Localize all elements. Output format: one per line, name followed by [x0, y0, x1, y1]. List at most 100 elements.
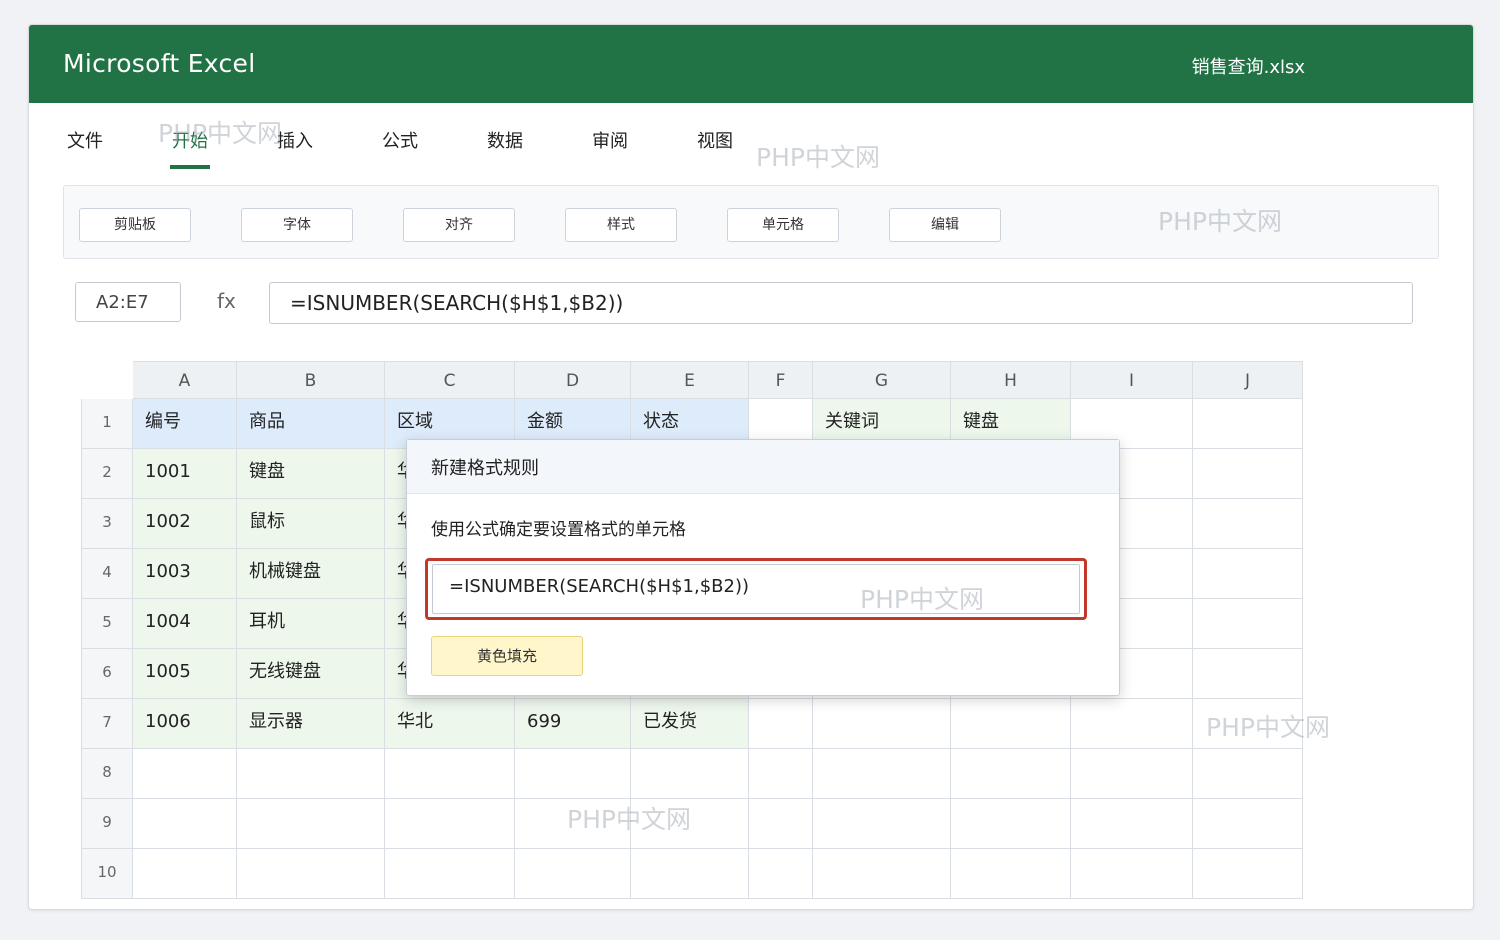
- column-header-i[interactable]: I: [1071, 361, 1193, 399]
- font-button[interactable]: 字体: [241, 208, 353, 242]
- cell-a4[interactable]: 1003: [133, 549, 237, 599]
- alignment-button[interactable]: 对齐: [403, 208, 515, 242]
- cell-j4[interactable]: [1193, 549, 1303, 599]
- cell-g9[interactable]: [813, 799, 951, 849]
- cell-i8[interactable]: [1071, 749, 1193, 799]
- cell-b4[interactable]: 机械键盘: [237, 549, 385, 599]
- row-header-7[interactable]: 7: [81, 699, 133, 749]
- cell-a7[interactable]: 1006: [133, 699, 237, 749]
- tab-home[interactable]: 开始: [170, 127, 210, 169]
- cell-j10[interactable]: [1193, 849, 1303, 899]
- excel-window: Microsoft Excel 销售查询.xlsx 文件 开始 插入 公式 数据…: [28, 24, 1474, 910]
- cell-i7[interactable]: [1071, 699, 1193, 749]
- row-header-6[interactable]: 6: [81, 649, 133, 699]
- styles-button[interactable]: 样式: [565, 208, 677, 242]
- cell-g10[interactable]: [813, 849, 951, 899]
- cell-b2[interactable]: 键盘: [237, 449, 385, 499]
- column-header-e[interactable]: E: [631, 361, 749, 399]
- cell-c10[interactable]: [385, 849, 515, 899]
- editing-button[interactable]: 编辑: [889, 208, 1001, 242]
- row-header-10[interactable]: 10: [81, 849, 133, 899]
- cell-i9[interactable]: [1071, 799, 1193, 849]
- cell-f10[interactable]: [749, 849, 813, 899]
- cell-j6[interactable]: [1193, 649, 1303, 699]
- cell-b10[interactable]: [237, 849, 385, 899]
- cell-f7[interactable]: [749, 699, 813, 749]
- rule-formula-input[interactable]: =ISNUMBER(SEARCH($H$1,$B2)): [432, 564, 1080, 614]
- name-box[interactable]: A2:E7: [75, 282, 181, 322]
- cell-a1[interactable]: 编号: [133, 399, 237, 449]
- row-header-3[interactable]: 3: [81, 499, 133, 549]
- cell-b3[interactable]: 鼠标: [237, 499, 385, 549]
- cell-c9[interactable]: [385, 799, 515, 849]
- column-header-g[interactable]: G: [813, 361, 951, 399]
- tab-view[interactable]: 视图: [697, 127, 733, 163]
- cell-a9[interactable]: [133, 799, 237, 849]
- column-header-f[interactable]: F: [749, 361, 813, 399]
- cell-f8[interactable]: [749, 749, 813, 799]
- cell-b9[interactable]: [237, 799, 385, 849]
- cell-h10[interactable]: [951, 849, 1071, 899]
- column-header-b[interactable]: B: [237, 361, 385, 399]
- cell-d9[interactable]: [515, 799, 631, 849]
- cell-e10[interactable]: [631, 849, 749, 899]
- tab-data[interactable]: 数据: [487, 127, 523, 163]
- cell-a8[interactable]: [133, 749, 237, 799]
- column-header-h[interactable]: H: [951, 361, 1071, 399]
- column-header-a[interactable]: A: [133, 361, 237, 399]
- cell-a10[interactable]: [133, 849, 237, 899]
- cell-b7[interactable]: 显示器: [237, 699, 385, 749]
- cell-j9[interactable]: [1193, 799, 1303, 849]
- row-header-9[interactable]: 9: [81, 799, 133, 849]
- cell-b8[interactable]: [237, 749, 385, 799]
- cell-b1[interactable]: 商品: [237, 399, 385, 449]
- formula-input[interactable]: =ISNUMBER(SEARCH($H$1,$B2)): [269, 282, 1413, 324]
- dialog-header: 新建格式规则: [407, 440, 1119, 494]
- cell-a6[interactable]: 1005: [133, 649, 237, 699]
- cell-b6[interactable]: 无线键盘: [237, 649, 385, 699]
- cell-g8[interactable]: [813, 749, 951, 799]
- cell-a5[interactable]: 1004: [133, 599, 237, 649]
- column-header-d[interactable]: D: [515, 361, 631, 399]
- row-header-8[interactable]: 8: [81, 749, 133, 799]
- cell-a2[interactable]: 1001: [133, 449, 237, 499]
- cell-b5[interactable]: 耳机: [237, 599, 385, 649]
- cell-i10[interactable]: [1071, 849, 1193, 899]
- cell-c8[interactable]: [385, 749, 515, 799]
- cells-button[interactable]: 单元格: [727, 208, 839, 242]
- tab-insert[interactable]: 插入: [277, 127, 313, 163]
- dialog-title: 新建格式规则: [431, 458, 539, 479]
- cell-g7[interactable]: [813, 699, 951, 749]
- column-header-c[interactable]: C: [385, 361, 515, 399]
- row-header-4[interactable]: 4: [81, 549, 133, 599]
- cell-h8[interactable]: [951, 749, 1071, 799]
- cell-j8[interactable]: [1193, 749, 1303, 799]
- cell-j7[interactable]: [1193, 699, 1303, 749]
- tab-formulas[interactable]: 公式: [382, 127, 418, 163]
- tab-file[interactable]: 文件: [67, 127, 103, 163]
- clipboard-button[interactable]: 剪贴板: [79, 208, 191, 242]
- cell-d10[interactable]: [515, 849, 631, 899]
- cell-j3[interactable]: [1193, 499, 1303, 549]
- cell-e8[interactable]: [631, 749, 749, 799]
- cell-a3[interactable]: 1002: [133, 499, 237, 549]
- cell-h7[interactable]: [951, 699, 1071, 749]
- row-header-5[interactable]: 5: [81, 599, 133, 649]
- cell-e7[interactable]: 已发货: [631, 699, 749, 749]
- cell-j1[interactable]: [1193, 399, 1303, 449]
- cell-d8[interactable]: [515, 749, 631, 799]
- fx-icon[interactable]: fx: [217, 289, 236, 313]
- cell-c7[interactable]: 华北: [385, 699, 515, 749]
- format-preview-button[interactable]: 黄色填充: [431, 636, 583, 676]
- cell-j5[interactable]: [1193, 599, 1303, 649]
- column-header-j[interactable]: J: [1193, 361, 1303, 399]
- cell-j2[interactable]: [1193, 449, 1303, 499]
- cell-d7[interactable]: 699: [515, 699, 631, 749]
- cell-f9[interactable]: [749, 799, 813, 849]
- tab-review[interactable]: 审阅: [592, 127, 628, 163]
- dialog-description: 使用公式确定要设置格式的单元格: [431, 520, 686, 540]
- cell-h9[interactable]: [951, 799, 1071, 849]
- row-header-2[interactable]: 2: [81, 449, 133, 499]
- row-header-1[interactable]: 1: [81, 399, 133, 449]
- cell-e9[interactable]: [631, 799, 749, 849]
